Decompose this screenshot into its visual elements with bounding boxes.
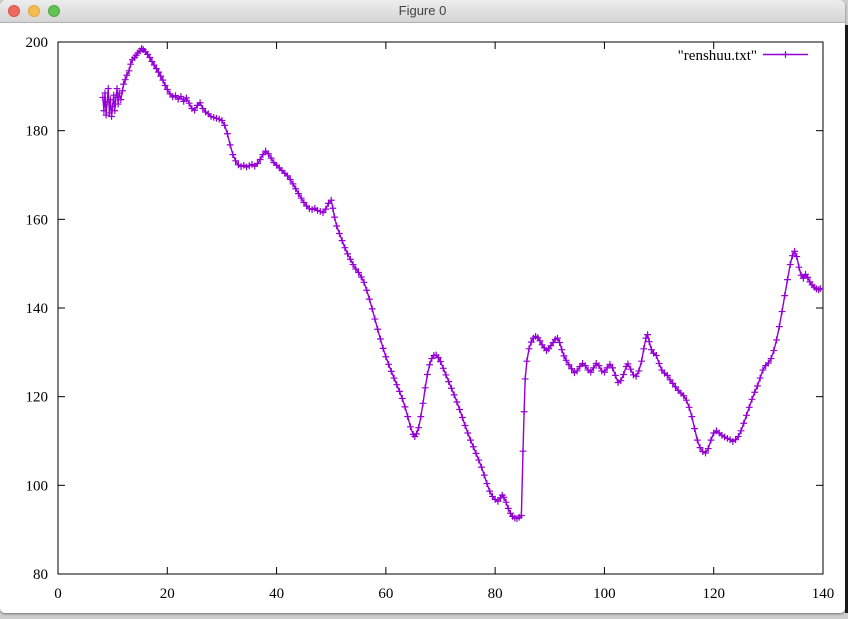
screen: Figure 0 0 20 40 60 80 100 120 140 80 100 120 140 16…	[0, 0, 848, 619]
zoom-button[interactable]	[48, 5, 60, 17]
plot-border	[58, 42, 823, 574]
series-markers	[99, 45, 823, 522]
legend-marker-sample	[782, 51, 789, 58]
y-tick-label: 160	[26, 212, 49, 228]
window-titlebar[interactable]: Figure 0	[0, 0, 845, 23]
minimize-button[interactable]	[28, 5, 40, 17]
chart-svg: 0 20 40 60 80 100 120 140 80 100 120 140 160 180 200 "r…	[0, 23, 845, 613]
plot-area: 0 20 40 60 80 100 120 140 80 100 120 140 160 180 200 "r…	[0, 23, 845, 613]
close-button[interactable]	[8, 5, 20, 17]
x-tick-label: 80	[488, 586, 503, 602]
y-tick-label: 140	[26, 301, 49, 317]
x-tick-label: 60	[378, 586, 393, 602]
window-title: Figure 0	[0, 0, 845, 22]
y-tick-label: 120	[26, 390, 49, 406]
x-tick-label: 20	[160, 586, 175, 602]
y-tick-label: 100	[26, 478, 49, 494]
x-tick-label: 0	[54, 586, 62, 602]
y-tick-label: 80	[33, 567, 48, 583]
x-tick-label: 120	[702, 586, 725, 602]
y-tick-label: 200	[26, 35, 49, 51]
x-tick-label: 140	[812, 586, 835, 602]
gnuplot-figure-window: Figure 0 0 20 40 60 80 100 120 140 80 100 120 140 16…	[0, 0, 845, 613]
x-tick-label: 100	[593, 586, 616, 602]
traffic-lights	[8, 5, 60, 17]
x-tick-label: 40	[269, 586, 284, 602]
legend-label: "renshuu.txt"	[678, 48, 757, 64]
y-tick-label: 180	[26, 124, 49, 140]
